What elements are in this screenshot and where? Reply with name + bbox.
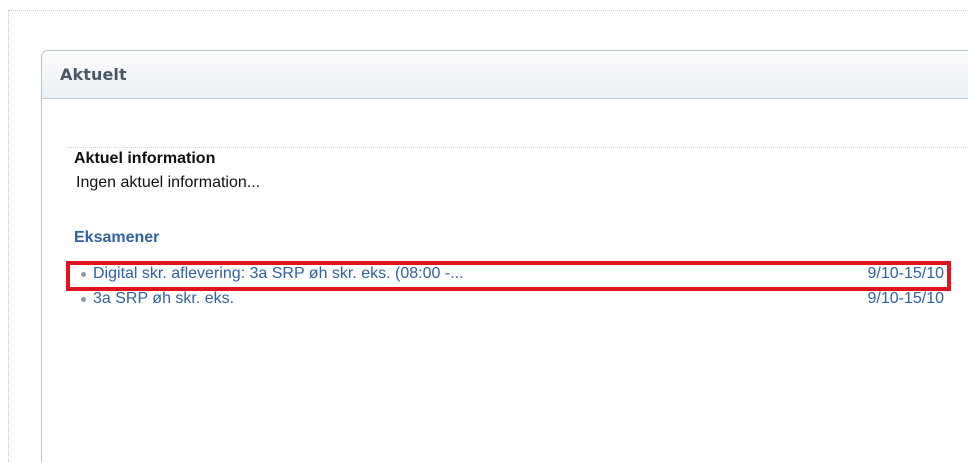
exam-list: Digital skr. aflevering: 3a SRP øh skr. … [70, 263, 950, 313]
outer-dotted-border-top [8, 10, 968, 11]
bullet-icon [81, 272, 86, 277]
exam-date: 9/10-15/10 [867, 290, 944, 307]
outer-dotted-border-left [8, 10, 9, 462]
panel-header: Aktuelt [42, 51, 968, 99]
exam-link[interactable]: 3a SRP øh skr. eks. [93, 290, 234, 308]
section-divider [67, 147, 968, 148]
exam-list-item[interactable]: Digital skr. aflevering: 3a SRP øh skr. … [70, 263, 950, 288]
bullet-icon [81, 297, 86, 302]
aktuelt-panel: Aktuelt Aktuel information Ingen aktuel … [41, 50, 968, 462]
exams-heading[interactable]: Eksamener [74, 229, 159, 247]
information-heading: Aktuel information [74, 150, 216, 167]
exam-list-item[interactable]: 3a SRP øh skr. eks. 9/10-15/10 [70, 288, 950, 313]
exam-link[interactable]: Digital skr. aflevering: 3a SRP øh skr. … [93, 265, 464, 283]
exam-date: 9/10-15/10 [867, 265, 944, 282]
panel-title: Aktuelt [60, 65, 127, 84]
page: Aktuelt Aktuel information Ingen aktuel … [0, 0, 968, 462]
information-text: Ingen aktuel information... [76, 174, 261, 191]
